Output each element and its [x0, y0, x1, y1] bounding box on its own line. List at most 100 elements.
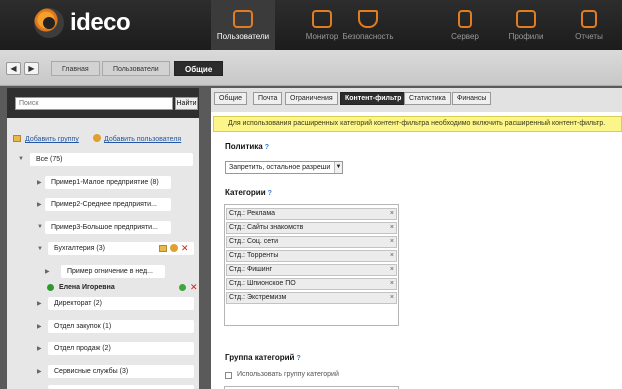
collapse-arrow-icon[interactable]: ▼ — [18, 156, 24, 162]
policy-select[interactable]: Запретить, остальное разреши ▼ — [225, 161, 343, 174]
category-label: Стд.: Шпионское ПО — [229, 280, 296, 287]
search-button[interactable]: Найти — [175, 97, 198, 110]
tab-general[interactable]: Общие — [214, 92, 248, 105]
policy-title: Политика? — [225, 142, 269, 151]
back-button[interactable]: ◀ — [6, 62, 21, 75]
logo-icon — [34, 8, 64, 38]
category-tag: Стд.: Экстремизм × — [226, 292, 397, 304]
nav-security[interactable]: Безопасность — [336, 0, 400, 50]
breadcrumb-users[interactable]: Пользователи — [102, 61, 170, 76]
breadcrumb-bar: ◀ ▶ Главная Пользователи Общие — [0, 50, 622, 86]
tab-statistics[interactable]: Статистика — [404, 92, 451, 105]
tab-finance[interactable]: Финансы — [452, 92, 492, 105]
folder-add-icon — [13, 135, 21, 142]
tree-item-label: Бухгалтерия (3) — [54, 245, 105, 252]
nav-users[interactable]: Пользователи — [211, 0, 275, 50]
tab-restrictions[interactable]: Ограничения — [285, 92, 338, 105]
remove-icon[interactable]: × — [390, 251, 394, 261]
tab-bar: Общие Почта Ограничения Контент-фильтр С… — [211, 88, 622, 112]
nav-security-label: Безопасность — [342, 32, 394, 41]
tree-item-partial[interactable] — [48, 385, 194, 389]
use-category-group-checkbox[interactable] — [225, 372, 232, 379]
add-group-link[interactable]: Добавить группу — [25, 136, 79, 143]
remove-icon[interactable]: × — [390, 237, 394, 247]
top-bar: ideco Пользователи Монитор Безопасность … — [0, 0, 622, 50]
nav-profiles[interactable]: Профили — [494, 0, 558, 50]
help-icon[interactable]: ? — [268, 190, 272, 197]
expand-arrow-icon[interactable]: ▶ — [37, 300, 42, 307]
tree-item-services[interactable]: Сервисные службы (3) — [48, 365, 194, 378]
collapse-arrow-icon[interactable]: ▼ — [37, 246, 43, 252]
remove-icon[interactable]: × — [390, 279, 394, 289]
settings-panel: Общие Почта Ограничения Контент-фильтр С… — [211, 88, 622, 389]
breadcrumb-current: Общие — [174, 61, 224, 76]
collapse-arrow-icon[interactable]: ▼ — [37, 224, 43, 230]
expand-arrow-icon[interactable]: ▶ — [37, 179, 42, 186]
tree-item-example3[interactable]: Пример3-Большое предприяти... — [45, 221, 171, 234]
nav-reports[interactable]: Отчеты — [557, 0, 621, 50]
enabled-status-icon[interactable] — [179, 284, 186, 291]
tree-item-all[interactable]: Все (75) — [30, 153, 193, 166]
tree-item-example2[interactable]: Пример2-Среднее предприяти... — [45, 198, 171, 211]
use-category-group-label[interactable]: Использовать группу категорий — [237, 371, 339, 378]
chevron-down-icon: ▼ — [334, 162, 342, 173]
delete-icon[interactable]: ✕ — [181, 242, 189, 255]
tree-item-example1[interactable]: Пример1-Малое предприятие (8) — [45, 176, 171, 189]
notice-banner: Для использования расширенных категорий … — [213, 116, 622, 132]
category-label: Стд.: Соц. сети — [229, 238, 279, 245]
categories-title: Категории? — [225, 188, 272, 197]
tab-mail[interactable]: Почта — [253, 92, 283, 105]
category-tag: Стд.: Реклама × — [226, 208, 397, 220]
help-icon[interactable]: ? — [265, 144, 269, 151]
reports-icon — [581, 10, 597, 28]
category-label: Стд.: Сайты знакомств — [229, 224, 304, 231]
profiles-icon — [516, 10, 536, 28]
category-group-title: Группа категорий? — [225, 353, 301, 362]
search-input[interactable] — [15, 97, 173, 110]
expand-arrow-icon[interactable]: ▶ — [37, 323, 42, 330]
expand-arrow-icon[interactable]: ▶ — [37, 345, 42, 352]
remove-icon[interactable]: × — [390, 293, 394, 303]
monitor-icon — [312, 10, 332, 28]
expand-arrow-icon[interactable]: ▶ — [37, 201, 42, 208]
folder-add-icon[interactable] — [159, 245, 167, 252]
tree-item-label: Елена Игоревна — [59, 284, 115, 291]
categories-title-text: Категории — [225, 188, 266, 197]
tree-item-purchasing[interactable]: Отдел закупок (1) — [48, 320, 194, 333]
tree-item-example-limit[interactable]: Пример огничение в нед... — [61, 265, 165, 278]
categories-list[interactable]: Стд.: Реклама × Стд.: Сайты знакомств × Ст… — [224, 204, 399, 326]
tree-item-user[interactable]: Елена Игоревна ✕ — [45, 281, 198, 294]
nav-reports-label: Отчеты — [575, 32, 603, 41]
category-tag: Стд.: Соц. сети × — [226, 236, 397, 248]
remove-icon[interactable]: × — [390, 265, 394, 275]
tree-item-directorate[interactable]: Директорат (2) — [48, 297, 194, 310]
user-add-icon[interactable] — [170, 244, 178, 252]
delete-icon[interactable]: ✕ — [190, 281, 198, 294]
users-icon — [233, 10, 253, 28]
ideco-logo[interactable]: ideco — [34, 8, 134, 38]
add-user-link[interactable]: Добавить пользователя — [104, 136, 181, 143]
tree-item-accounting[interactable]: Бухгалтерия (3) ✕ — [48, 242, 194, 255]
category-label: Стд.: Реклама — [229, 210, 276, 217]
policy-title-text: Политика — [225, 142, 263, 151]
user-icon — [47, 284, 54, 291]
category-tag: Стд.: Торренты × — [226, 250, 397, 262]
help-icon[interactable]: ? — [296, 355, 300, 362]
tab-content-filter[interactable]: Контент-фильтр — [340, 92, 407, 105]
breadcrumb-home[interactable]: Главная — [51, 61, 100, 76]
remove-icon[interactable]: × — [390, 209, 394, 219]
remove-icon[interactable]: × — [390, 223, 394, 233]
category-tag: Стд.: Шпионское ПО × — [226, 278, 397, 290]
expand-arrow-icon[interactable]: ▶ — [37, 368, 42, 375]
search-bar: Найти — [7, 88, 199, 118]
tree-item-sales[interactable]: Отдел продаж (2) — [48, 342, 194, 355]
user-add-icon — [93, 134, 101, 142]
nav-server[interactable]: Сервер — [433, 0, 497, 50]
policy-select-value: Запретить, остальное разреши — [229, 164, 331, 171]
forward-button[interactable]: ▶ — [24, 62, 39, 75]
category-label: Стд.: Торренты — [229, 252, 279, 259]
server-icon — [458, 10, 472, 28]
nav-profiles-label: Профили — [508, 32, 544, 41]
expand-arrow-icon[interactable]: ▶ — [45, 268, 50, 275]
category-label: Стд.: Экстремизм — [229, 294, 287, 301]
